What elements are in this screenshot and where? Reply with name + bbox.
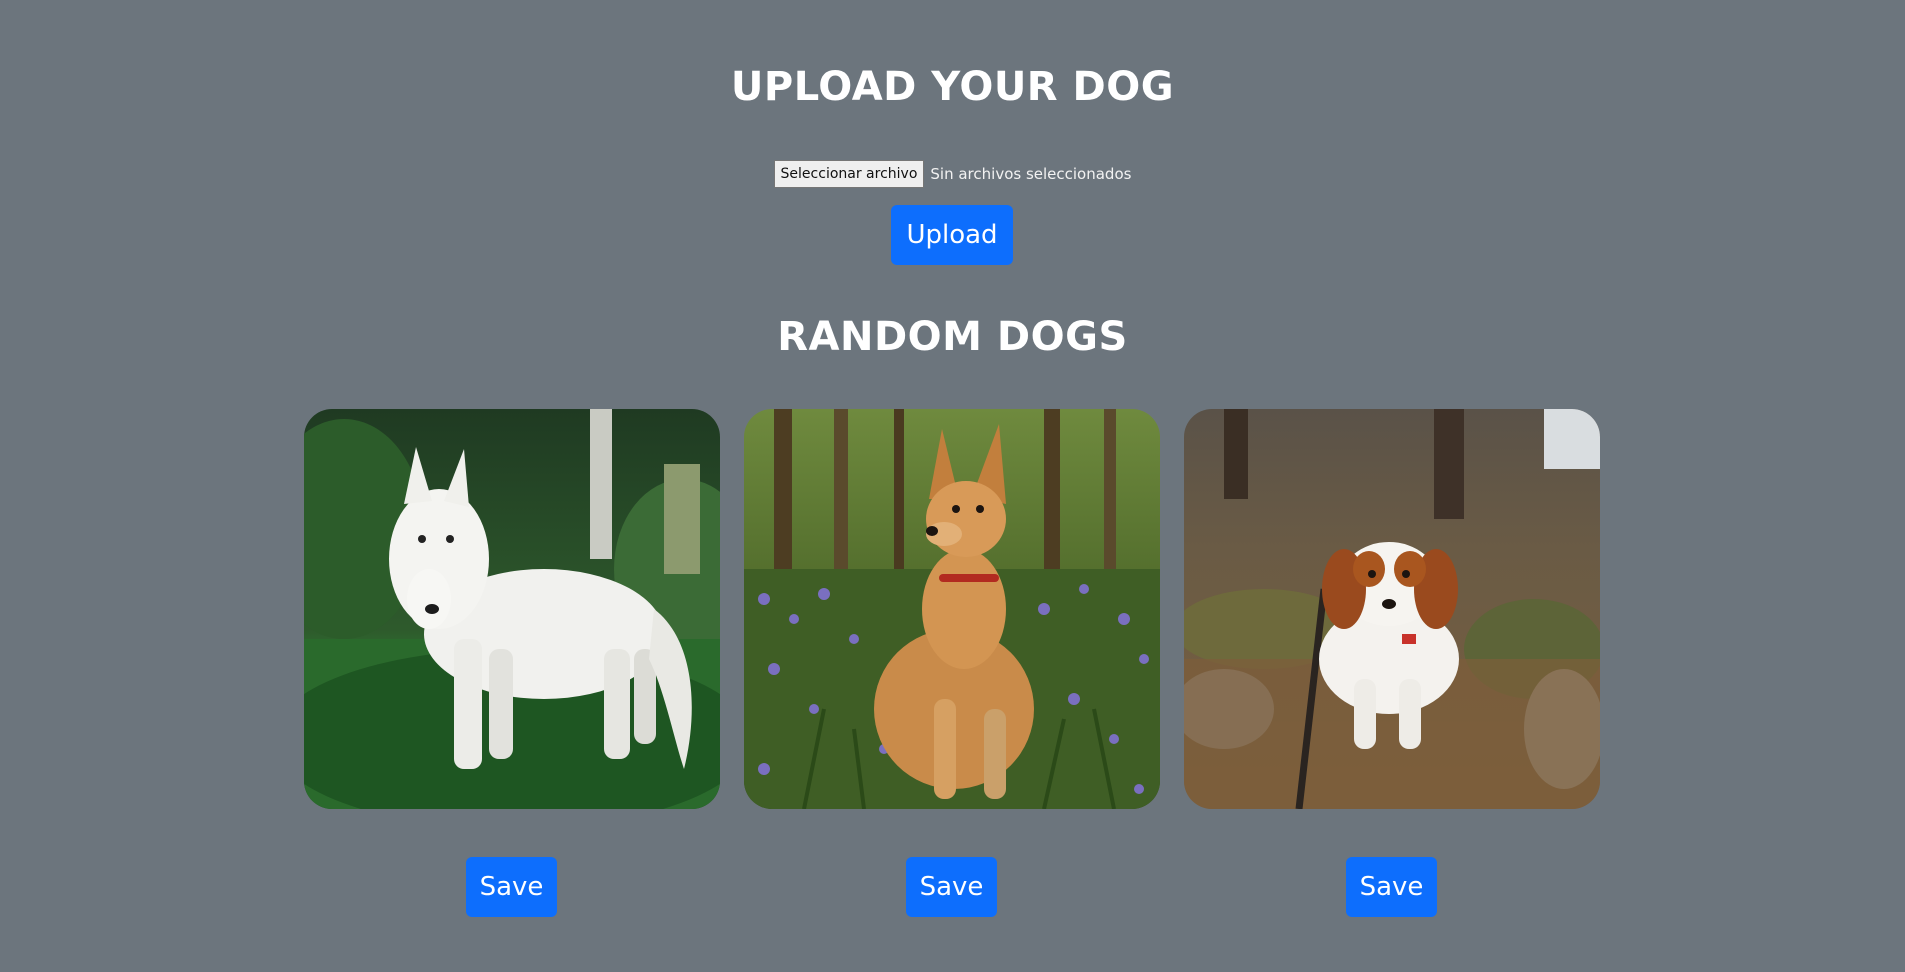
dog-image-3 <box>1184 409 1600 809</box>
save-button-1[interactable]: Save <box>466 857 557 917</box>
file-picker: Seleccionar archivo Sin archivos selecci… <box>0 160 1905 188</box>
dog-image-2 <box>744 409 1160 809</box>
dog-image-1 <box>304 409 720 809</box>
choose-file-button[interactable]: Seleccionar archivo <box>773 160 925 188</box>
file-status: Sin archivos seleccionados <box>930 165 1132 183</box>
page: UPLOAD YOUR DOG Seleccionar archivo Sin … <box>0 0 1905 972</box>
random-dogs-title: RANDOM DOGS <box>777 314 1128 360</box>
upload-button[interactable]: Upload <box>891 205 1013 265</box>
white-shepherd-dog-photo <box>304 409 720 809</box>
tan-puppy-in-bluebells-photo <box>744 409 1160 809</box>
spaniel-on-forest-floor-photo <box>1184 409 1600 809</box>
save-button-3[interactable]: Save <box>1346 857 1437 917</box>
save-button-2[interactable]: Save <box>906 857 997 917</box>
upload-title: UPLOAD YOUR DOG <box>730 64 1175 110</box>
